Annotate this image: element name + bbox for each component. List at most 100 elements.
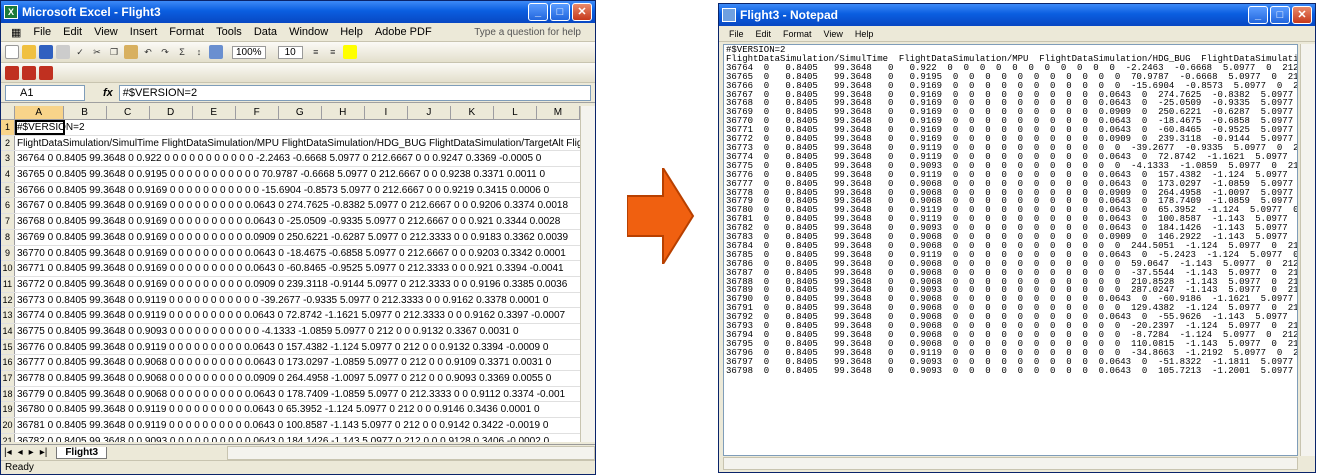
menu-data[interactable]: Data bbox=[248, 26, 283, 38]
table-row[interactable]: 5 36766 0 0.8405 99.3648 0 0.9169 0 0 0 0… bbox=[1, 182, 580, 199]
column-header-j[interactable]: J bbox=[408, 106, 451, 119]
column-header-a[interactable]: A bbox=[14, 106, 64, 119]
column-header-c[interactable]: C bbox=[107, 106, 150, 119]
notepad-menu-format[interactable]: Format bbox=[777, 29, 818, 39]
pdf-email-icon[interactable] bbox=[22, 65, 36, 80]
row-cells[interactable]: FlightDataSimulation/SimulTime FlightDat… bbox=[15, 136, 580, 151]
close-button[interactable]: ✕ bbox=[572, 3, 592, 21]
column-header-b[interactable]: B bbox=[64, 106, 107, 119]
row-cells[interactable]: 36780 0 0.8405 99.3648 0 0.9119 0 0 0 0 … bbox=[15, 402, 580, 417]
notepad-text-area[interactable]: #$VERSION=2 FlightDataSimulation/SimulTim… bbox=[723, 44, 1298, 456]
menu-edit[interactable]: Edit bbox=[57, 26, 88, 38]
menu-help[interactable]: Help bbox=[334, 26, 369, 38]
table-row[interactable]: 21 36782 0 0.8405 99.3648 0 0.9093 0 0 0 … bbox=[1, 433, 580, 442]
menu-view[interactable]: View bbox=[88, 26, 124, 38]
row-cells[interactable]: 36767 0 0.8405 99.3648 0 0.9169 0 0 0 0 … bbox=[15, 198, 580, 213]
notepad-menu-view[interactable]: View bbox=[818, 29, 849, 39]
notepad-horizontal-scrollbar[interactable] bbox=[723, 457, 1298, 470]
table-row[interactable]: 2 FlightDataSimulation/SimulTime FlightDa… bbox=[1, 135, 580, 152]
table-row[interactable]: 14 36775 0 0.8405 99.3648 0 0.9093 0 0 0 … bbox=[1, 323, 580, 340]
prev-sheet-nav[interactable]: ◂ bbox=[15, 447, 26, 458]
row-header[interactable]: 4 bbox=[1, 167, 15, 182]
excel-vertical-scrollbar[interactable] bbox=[580, 106, 595, 442]
row-cells[interactable]: 36772 0 0.8405 99.3648 0 0.9169 0 0 0 0 … bbox=[15, 277, 580, 292]
menu-window[interactable]: Window bbox=[283, 26, 334, 38]
fx-icon[interactable]: fx bbox=[103, 87, 113, 99]
row-cells[interactable]: 36773 0 0.8405 99.3648 0 0.9119 0 0 0 0 … bbox=[15, 293, 580, 308]
redo-icon[interactable]: ↷ bbox=[158, 45, 172, 59]
sort-icon[interactable]: ↕ bbox=[192, 45, 206, 59]
font-size-select[interactable]: 10 bbox=[277, 45, 303, 59]
maximize-button[interactable]: □ bbox=[550, 3, 570, 21]
row-cells[interactable]: #$VERSION=2 bbox=[15, 120, 85, 135]
sheet-tab-flight3[interactable]: Flight3 bbox=[56, 446, 108, 459]
table-row[interactable]: 1 #$VERSION=2 bbox=[1, 120, 580, 136]
row-header[interactable]: 5 bbox=[1, 182, 15, 198]
row-header[interactable]: 11 bbox=[1, 276, 15, 292]
menu-adobe-pdf[interactable]: Adobe PDF bbox=[369, 26, 438, 38]
notepad-vertical-scrollbar[interactable] bbox=[1300, 44, 1315, 456]
row-header[interactable]: 12 bbox=[1, 292, 15, 308]
row-cells[interactable]: 36777 0 0.8405 99.3648 0 0.9068 0 0 0 0 … bbox=[15, 355, 580, 370]
notepad-minimize-button[interactable]: _ bbox=[1248, 6, 1268, 24]
column-header-h[interactable]: H bbox=[322, 106, 365, 119]
menu-insert[interactable]: Insert bbox=[124, 26, 164, 38]
row-cells[interactable]: 36771 0 0.8405 99.3648 0 0.9169 0 0 0 0 … bbox=[15, 261, 580, 276]
fill-color-icon[interactable] bbox=[342, 45, 357, 59]
align-center-icon[interactable]: ≡ bbox=[326, 45, 340, 59]
cut-icon[interactable]: ✂ bbox=[90, 45, 104, 59]
autosum-icon[interactable]: Σ bbox=[175, 45, 189, 59]
table-row[interactable]: 8 36769 0 0.8405 99.3648 0 0.9169 0 0 0 0… bbox=[1, 229, 580, 246]
table-row[interactable]: 20 36781 0 0.8405 99.3648 0 0.9119 0 0 0 … bbox=[1, 418, 580, 434]
row-header[interactable]: 21 bbox=[1, 433, 15, 442]
last-sheet-nav[interactable]: ▸| bbox=[37, 447, 51, 458]
undo-icon[interactable]: ↶ bbox=[141, 45, 155, 59]
notepad-maximize-button[interactable]: □ bbox=[1270, 6, 1290, 24]
open-folder-icon[interactable] bbox=[22, 45, 36, 59]
notepad-menu-file[interactable]: File bbox=[723, 29, 750, 39]
column-header-g[interactable]: G bbox=[279, 106, 322, 119]
row-header[interactable]: 17 bbox=[1, 371, 15, 386]
print-icon[interactable] bbox=[56, 45, 70, 59]
row-header[interactable]: 18 bbox=[1, 386, 15, 402]
align-left-icon[interactable]: ≡ bbox=[309, 45, 323, 59]
excel-horizontal-scrollbar[interactable] bbox=[227, 445, 595, 460]
table-row[interactable]: 4 36765 0 0.8405 99.3648 0 0.9195 0 0 0 0… bbox=[1, 167, 580, 183]
pdf-review-icon[interactable] bbox=[39, 65, 53, 80]
row-header[interactable]: 8 bbox=[1, 229, 15, 245]
row-cells[interactable]: 36781 0 0.8405 99.3648 0 0.9119 0 0 0 0 … bbox=[15, 418, 580, 433]
table-row[interactable]: 11 36772 0 0.8405 99.3648 0 0.9169 0 0 0 … bbox=[1, 276, 580, 293]
table-row[interactable]: 18 36779 0 0.8405 99.3648 0 0.9068 0 0 0 … bbox=[1, 386, 580, 403]
table-row[interactable]: 16 36777 0 0.8405 99.3648 0 0.9068 0 0 0 … bbox=[1, 355, 580, 371]
row-header[interactable]: 15 bbox=[1, 339, 15, 355]
column-header-k[interactable]: K bbox=[451, 106, 494, 119]
next-sheet-nav[interactable]: ▸ bbox=[26, 447, 37, 458]
new-file-icon[interactable] bbox=[5, 45, 19, 59]
name-box[interactable]: A1 bbox=[5, 84, 85, 101]
menu-tools[interactable]: Tools bbox=[210, 26, 248, 38]
excel-titlebar[interactable]: X Microsoft Excel - Flight3 _ □ ✕ bbox=[1, 1, 595, 23]
save-icon[interactable] bbox=[39, 45, 53, 59]
row-cells[interactable]: 36769 0 0.8405 99.3648 0 0.9169 0 0 0 0 … bbox=[15, 230, 580, 245]
select-all-corner[interactable] bbox=[1, 106, 15, 119]
notepad-menu-help[interactable]: Help bbox=[849, 29, 880, 39]
table-row[interactable]: 13 36774 0 0.8405 99.3648 0 0.9119 0 0 0 … bbox=[1, 308, 580, 324]
table-row[interactable]: 7 36768 0 0.8405 99.3648 0 0.9169 0 0 0 0… bbox=[1, 214, 580, 230]
table-row[interactable]: 19 36780 0 0.8405 99.3648 0 0.9119 0 0 0 … bbox=[1, 402, 580, 419]
formula-input[interactable]: #$VERSION=2 bbox=[118, 84, 591, 101]
first-sheet-nav[interactable]: |◂ bbox=[1, 447, 15, 458]
row-cells[interactable]: 36774 0 0.8405 99.3648 0 0.9119 0 0 0 0 … bbox=[15, 308, 580, 323]
menu-file[interactable]: File bbox=[27, 26, 57, 38]
row-cells[interactable]: 36778 0 0.8405 99.3648 0 0.9068 0 0 0 0 … bbox=[15, 371, 580, 386]
row-header[interactable]: 9 bbox=[1, 245, 15, 261]
minimize-button[interactable]: _ bbox=[528, 3, 548, 21]
row-cells[interactable]: 36775 0 0.8405 99.3648 0 0.9093 0 0 0 0 … bbox=[15, 324, 580, 339]
row-cells[interactable]: 36768 0 0.8405 99.3648 0 0.9169 0 0 0 0 … bbox=[15, 214, 580, 229]
row-cells[interactable]: 36776 0 0.8405 99.3648 0 0.9119 0 0 0 0 … bbox=[15, 340, 580, 355]
row-header[interactable]: 2 bbox=[1, 135, 15, 151]
row-header[interactable]: 19 bbox=[1, 402, 15, 418]
copy-icon[interactable]: ❐ bbox=[107, 45, 121, 59]
chart-icon[interactable] bbox=[209, 45, 223, 59]
row-cells[interactable]: 36779 0 0.8405 99.3648 0 0.9068 0 0 0 0 … bbox=[15, 387, 580, 402]
column-header-e[interactable]: E bbox=[193, 106, 236, 119]
